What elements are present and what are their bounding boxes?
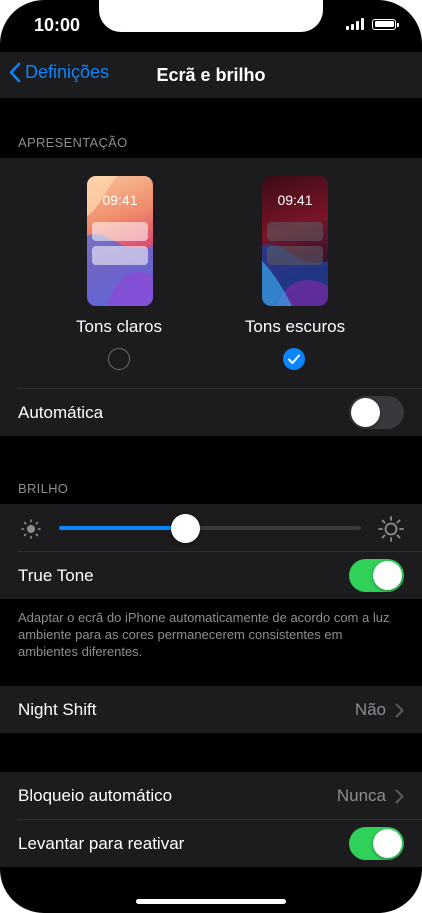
cellular-signal-icon xyxy=(346,18,364,30)
light-mode-radio[interactable] xyxy=(108,348,130,370)
dark-mode-preview: 09:41 xyxy=(262,176,328,306)
automatic-toggle[interactable] xyxy=(349,396,404,429)
notch xyxy=(99,0,323,32)
status-icons xyxy=(346,18,399,30)
sun-small-icon xyxy=(21,519,41,539)
brightness-slider-fill xyxy=(59,526,186,530)
true-tone-row: True Tone xyxy=(0,552,422,599)
lock-group: Bloqueio automático Nunca Levantar para … xyxy=(0,772,422,867)
preview-time-dark: 09:41 xyxy=(277,192,313,208)
preview-time-light: 09:41 xyxy=(102,192,138,208)
night-shift-value: Não xyxy=(354,700,386,719)
brightness-slider[interactable] xyxy=(59,513,361,543)
raise-to-wake-row: Levantar para reativar xyxy=(0,820,422,867)
phone-screen: 10:00 Definições Ecrã e brilho APRESENTA… xyxy=(0,0,422,913)
preview-notification-card xyxy=(267,222,323,241)
toggle-knob xyxy=(351,398,380,427)
chevron-right-icon xyxy=(395,789,404,804)
section-header-brightness: BRILHO xyxy=(18,481,69,496)
page-title: Ecrã e brilho xyxy=(156,65,266,85)
night-shift-label: Night Shift xyxy=(18,700,97,719)
automatic-label: Automática xyxy=(18,403,104,422)
auto-lock-value: Nunca xyxy=(336,786,386,805)
preview-notification-card xyxy=(92,222,148,241)
preview-notification-card xyxy=(92,246,148,265)
appearance-option-dark[interactable]: 09:41 Tons escuros xyxy=(225,158,365,388)
true-tone-toggle[interactable] xyxy=(349,559,404,592)
true-tone-label: True Tone xyxy=(18,566,94,585)
sun-large-icon xyxy=(378,516,404,542)
toggle-knob xyxy=(373,829,402,858)
true-tone-description: Adaptar o ecrã do iPhone automaticamente… xyxy=(18,610,390,659)
preview-notification-card xyxy=(267,246,323,265)
section-header-appearance: APRESENTAÇÃO xyxy=(18,135,128,150)
dark-mode-radio[interactable] xyxy=(283,348,305,370)
auto-lock-label: Bloqueio automático xyxy=(18,786,173,805)
checkmark-icon xyxy=(288,354,300,364)
raise-to-wake-label: Levantar para reativar xyxy=(18,834,185,853)
status-time: 10:00 xyxy=(34,15,81,35)
night-shift-row[interactable]: Night Shift Não xyxy=(0,686,422,733)
auto-lock-row[interactable]: Bloqueio automático Nunca xyxy=(0,772,422,819)
appearance-option-light[interactable]: 09:41 Tons claros xyxy=(49,158,189,388)
brightness-group: True Tone xyxy=(0,504,422,599)
navigation-bar: Definições Ecrã e brilho xyxy=(0,52,422,98)
toggle-knob xyxy=(373,561,402,590)
appearance-group: 09:41 Tons claros 09:41 Tons escuros Aut… xyxy=(0,158,422,436)
light-mode-preview: 09:41 xyxy=(87,176,153,306)
battery-icon xyxy=(372,18,399,30)
appearance-dark-label: Tons escuros xyxy=(244,317,346,336)
raise-to-wake-toggle[interactable] xyxy=(349,827,404,860)
home-indicator xyxy=(136,899,286,904)
chevron-right-icon xyxy=(395,703,404,718)
appearance-light-label: Tons claros xyxy=(76,317,162,336)
automatic-row: Automática xyxy=(0,389,422,436)
night-shift-group: Night Shift Não xyxy=(0,686,422,733)
brightness-slider-thumb[interactable] xyxy=(171,513,201,543)
